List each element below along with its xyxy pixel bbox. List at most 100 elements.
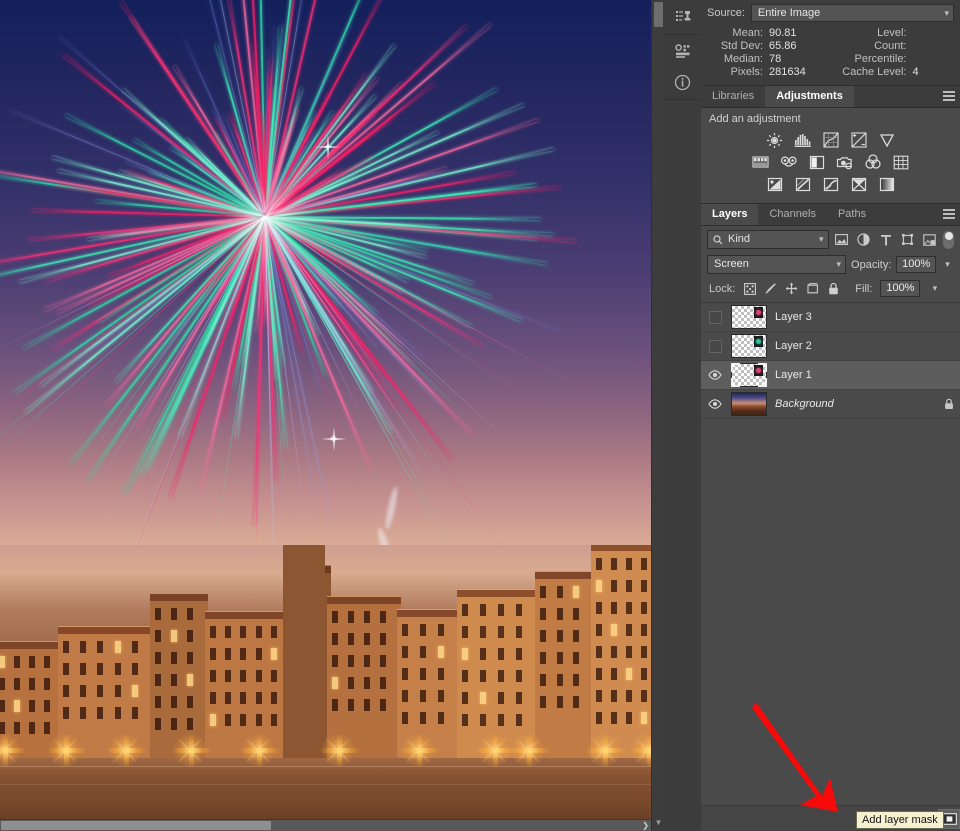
lock-position-icon[interactable] xyxy=(785,282,798,296)
layer-name[interactable]: Layer 3 xyxy=(769,311,938,323)
levels-icon[interactable] xyxy=(793,131,813,149)
layer-thumbnail[interactable] xyxy=(729,390,769,418)
layer-name[interactable]: Layer 2 xyxy=(769,340,938,352)
layer-row[interactable]: Background xyxy=(701,390,960,419)
fill-stepper[interactable]: ▾ xyxy=(928,280,942,297)
kind-filter-value: Kind xyxy=(728,233,751,245)
filter-toggle[interactable] xyxy=(943,230,954,249)
layer-visibility-toggle[interactable] xyxy=(701,361,729,389)
fill-label: Fill: xyxy=(855,282,873,295)
layer-visibility-toggle[interactable] xyxy=(701,332,729,360)
spark-highlight xyxy=(316,421,351,456)
histogram-panel: Source: Entire Image ▾ Mean: 90.81 Std Dev… xyxy=(701,0,960,86)
layer-thumbnail[interactable] xyxy=(729,303,769,331)
invert-icon[interactable] xyxy=(765,175,785,193)
gradient-map-icon[interactable] xyxy=(877,175,897,193)
stat-key: Cache Level: xyxy=(842,66,907,78)
curves-icon[interactable] xyxy=(821,131,841,149)
stat-row: Mean: 90.81 xyxy=(707,27,831,40)
clone-source-icon[interactable] xyxy=(673,7,693,27)
lock-label: Lock: xyxy=(709,282,736,295)
channel-mixer-icon[interactable] xyxy=(863,153,883,171)
layer-name[interactable]: Background xyxy=(769,398,938,410)
layer-visibility-toggle[interactable] xyxy=(701,390,729,418)
document-canvas[interactable]: ❯ xyxy=(0,0,651,831)
layer-thumbnail[interactable] xyxy=(729,361,769,389)
tab-channels[interactable]: Channels xyxy=(758,204,827,225)
right-dock: Source: Entire Image ▾ Mean: 90.81 Std Dev… xyxy=(701,0,960,831)
hue-saturation-icon[interactable] xyxy=(751,153,771,171)
panel-menu-icon[interactable] xyxy=(943,91,955,101)
filter-smart-object-icon[interactable] xyxy=(921,232,938,248)
brightness-contrast-icon[interactable] xyxy=(765,131,785,149)
blend-mode-value: Screen xyxy=(714,258,749,270)
adjustments-tabbar: Libraries Adjustments xyxy=(701,86,960,108)
opacity-input[interactable]: 100% xyxy=(896,256,937,273)
tab-paths[interactable]: Paths xyxy=(826,204,878,225)
lock-row: Lock: Fill: 100% ▾ xyxy=(701,278,960,303)
color-lookup-icon[interactable] xyxy=(891,153,911,171)
street-lamp xyxy=(232,728,287,773)
chevron-right-icon[interactable]: ❯ xyxy=(642,820,649,831)
stat-value: 4 xyxy=(912,66,919,78)
stats-column-right: Level: Count: Percentile: Cache Level: 4 xyxy=(831,27,955,79)
layer-list: Layer 3 Layer 2 Layer 1 Background xyxy=(701,303,960,419)
fill-input[interactable]: 100% xyxy=(880,280,921,297)
layer-visibility-toggle[interactable] xyxy=(701,303,729,331)
filter-shape-icon[interactable] xyxy=(899,232,916,248)
histogram-source-row: Source: Entire Image ▾ xyxy=(707,4,954,22)
lock-artboard-icon[interactable] xyxy=(806,282,819,296)
posterize-icon[interactable] xyxy=(793,175,813,193)
vibrance-icon[interactable] xyxy=(877,131,897,149)
layer-row[interactable]: Layer 1 xyxy=(701,361,960,390)
exposure-icon[interactable] xyxy=(849,131,869,149)
stat-key: Mean: xyxy=(732,27,763,39)
filter-pixel-icon[interactable] xyxy=(834,232,851,248)
hscrollbar-thumb[interactable] xyxy=(1,821,271,830)
lock-transparency-icon[interactable] xyxy=(743,282,756,296)
properties-icon[interactable] xyxy=(673,42,693,62)
vscrollbar-thumb[interactable] xyxy=(654,2,663,27)
panel-menu-icon[interactable] xyxy=(943,209,955,219)
filter-adjustment-icon[interactable] xyxy=(855,232,872,248)
tab-adjustments[interactable]: Adjustments xyxy=(765,86,854,107)
black-white-icon[interactable] xyxy=(807,153,827,171)
stat-value: 65.86 xyxy=(769,40,797,52)
tab-layers[interactable]: Layers xyxy=(701,204,759,225)
canvas-hscrollbar[interactable]: ❯ xyxy=(0,819,651,831)
color-balance-icon[interactable] xyxy=(779,153,799,171)
add-adjustment-label: Add an adjustment xyxy=(709,113,801,125)
opacity-stepper[interactable]: ▾ xyxy=(941,256,954,273)
chevron-down-icon: ▾ xyxy=(944,8,949,18)
blend-mode-select[interactable]: Screen ▾ xyxy=(707,255,847,274)
tower xyxy=(283,545,325,762)
photo-filter-icon[interactable] xyxy=(835,153,855,171)
stat-key: Level: xyxy=(877,27,907,39)
layer-thumbnail[interactable] xyxy=(729,332,769,360)
street-lamp xyxy=(39,728,94,773)
layer-row[interactable]: Layer 3 xyxy=(701,303,960,332)
layer-name[interactable]: Layer 1 xyxy=(769,369,938,381)
tab-libraries[interactable]: Libraries xyxy=(701,86,766,107)
info-icon[interactable] xyxy=(673,72,693,92)
stat-key: Percentile: xyxy=(854,53,907,65)
lock-image-icon[interactable] xyxy=(764,282,777,296)
filter-type-icon[interactable] xyxy=(877,232,894,248)
selective-color-icon[interactable] xyxy=(849,175,869,193)
threshold-icon[interactable] xyxy=(821,175,841,193)
street-lamp xyxy=(502,728,557,773)
stat-value: 90.81 xyxy=(769,27,797,39)
kind-filter-select[interactable]: Kind ▾ xyxy=(707,230,829,249)
source-select[interactable]: Entire Image ▾ xyxy=(750,4,954,22)
street-lamp xyxy=(468,728,523,773)
histogram-stats: Mean: 90.81 Std Dev: 65.86 Median: 78 Pixels: 2… xyxy=(707,27,954,79)
street-lamp xyxy=(0,728,33,773)
layer-filter-row: Kind ▾ xyxy=(701,226,960,253)
river-embankment xyxy=(0,758,651,820)
lock-all-icon[interactable] xyxy=(827,282,840,296)
canvas-vscrollbar[interactable]: ▼ xyxy=(651,0,665,831)
stat-key: Pixels: xyxy=(730,66,763,78)
blend-mode-row: Screen ▾ Opacity: 100% ▾ xyxy=(701,253,960,278)
layer-row[interactable]: Layer 2 xyxy=(701,332,960,361)
stat-row: Level: xyxy=(831,27,955,40)
